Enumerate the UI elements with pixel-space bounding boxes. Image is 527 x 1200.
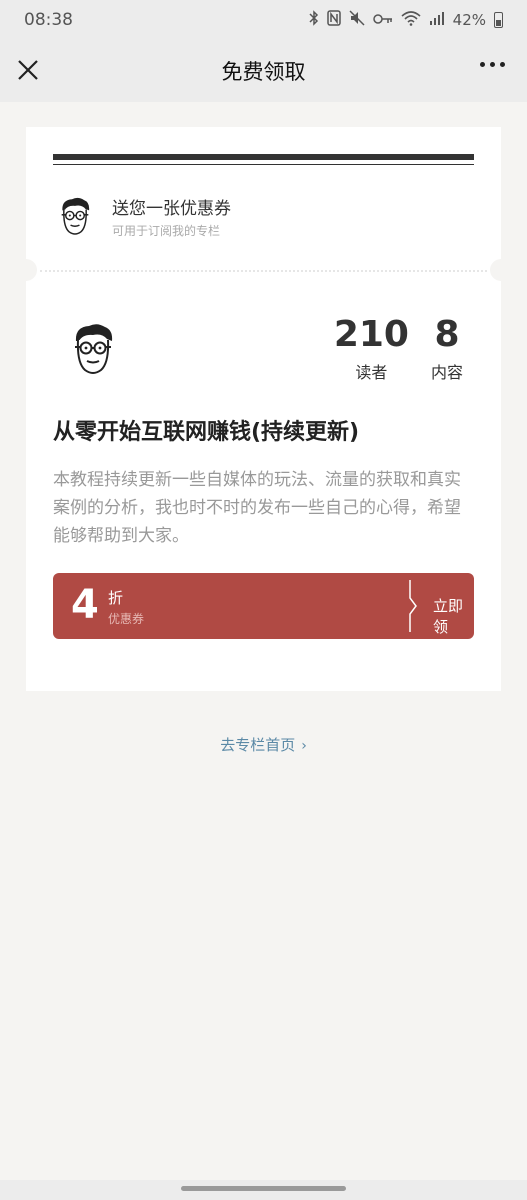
key-icon [372, 11, 393, 29]
claim-label: 立即领 [433, 597, 464, 636]
coupon-card: 送您一张优惠券 可用于订阅我的专栏 210 读者 8 内容 从零开始互联网赚钱(… [15, 127, 512, 691]
coupon-header-text: 送您一张优惠券 可用于订阅我的专栏 [112, 194, 231, 239]
status-bar: 08:38 42% [0, 0, 527, 40]
discount-value: 4 [71, 582, 99, 628]
more-icon[interactable] [480, 62, 505, 67]
author-avatar-small [61, 197, 90, 235]
claim-divider [409, 580, 417, 632]
coupon-title: 送您一张优惠券 [112, 199, 231, 219]
home-indicator[interactable] [181, 1186, 346, 1191]
stat-readers-label: 读者 [355, 363, 388, 382]
ticket-perforation [40, 270, 487, 272]
stat-readers-value: 210 [333, 314, 409, 355]
status-icons: 42% [309, 10, 503, 30]
go-column-home-link[interactable]: 去专栏首页 › [0, 734, 527, 755]
column-title: 从零开始互联网赚钱(持续更新) [53, 420, 360, 445]
card-rule-thin [53, 164, 474, 165]
ticket-notch-left [15, 259, 37, 281]
discount-unit: 折 [108, 589, 124, 607]
nfc-icon [326, 10, 341, 30]
mute-icon [349, 10, 365, 30]
nav-bar: 免费领取 [0, 40, 527, 102]
close-icon[interactable] [14, 56, 42, 84]
battery-icon [494, 12, 503, 28]
wifi-icon [401, 10, 421, 30]
coupon-subtitle: 可用于订阅我的专栏 [112, 224, 221, 238]
status-time: 08:38 [24, 10, 73, 30]
column-stats: 210 读者 8 内容 [334, 313, 463, 383]
signal-icon [429, 10, 445, 30]
chevron-right-icon: › [301, 738, 307, 754]
coupon-header: 送您一张优惠券 可用于订阅我的专栏 [56, 194, 231, 239]
bluetooth-icon [309, 10, 319, 30]
go-column-home-label: 去专栏首页 [220, 736, 296, 754]
card-rule-thick [53, 154, 474, 160]
stat-content: 8 内容 [431, 313, 463, 383]
ticket-notch-right [490, 259, 512, 281]
stat-content-value: 8 [434, 314, 460, 355]
discount-label: 优惠券 [108, 612, 145, 626]
stat-content-label: 内容 [430, 363, 463, 382]
author-avatar [75, 324, 113, 374]
page-title: 免费领取 [221, 60, 306, 84]
stat-readers: 210 读者 [334, 313, 409, 383]
battery-text: 42% [452, 11, 486, 29]
claim-coupon-button[interactable]: 4 折 优惠券 立即领 [53, 573, 474, 639]
column-description: 本教程持续更新一些自媒体的玩法、流量的获取和真实案例的分析，我也时不时的发布一些… [53, 470, 461, 546]
